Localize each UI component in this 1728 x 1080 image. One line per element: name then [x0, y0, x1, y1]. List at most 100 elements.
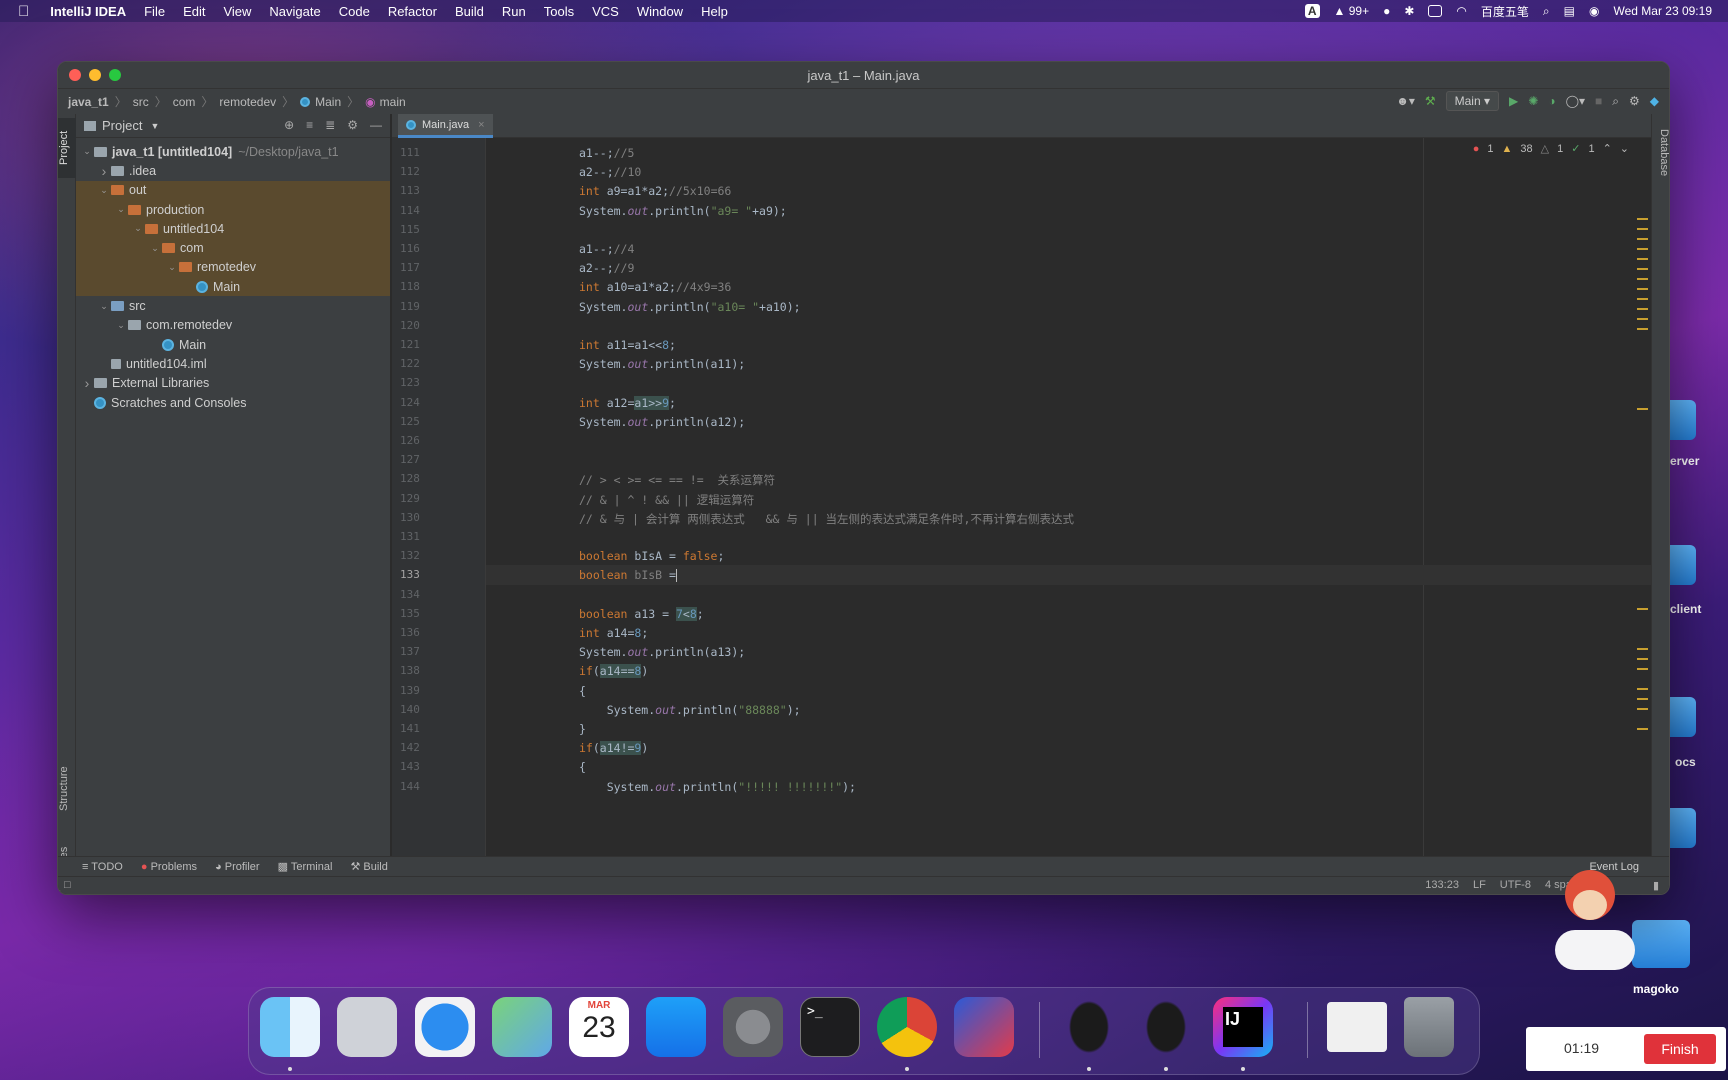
tab-project-tool[interactable]: Project — [58, 118, 76, 178]
tree-item[interactable]: ⌄ com.remotedev — [76, 316, 390, 335]
line-number[interactable]: 124 — [400, 396, 430, 409]
tab-database-tool[interactable]: Database — [1652, 118, 1669, 188]
text-input-icon[interactable]: A — [1304, 4, 1320, 18]
chevron-down-icon[interactable]: ▼ — [150, 121, 159, 131]
line-number[interactable]: 143 — [400, 760, 430, 773]
app-store-icon[interactable] — [646, 997, 706, 1057]
wifi-icon[interactable]: ◠ — [1456, 4, 1466, 18]
qq-icon[interactable] — [1059, 997, 1119, 1057]
line-number[interactable]: 126 — [400, 434, 430, 447]
line-number[interactable]: 119 — [400, 300, 430, 313]
line-number[interactable]: 121 — [400, 338, 430, 351]
tree-item[interactable]: ⌄ production — [76, 199, 390, 220]
line-number[interactable]: 131 — [400, 530, 430, 543]
desktop-label-magoko[interactable]: magoko — [1633, 982, 1679, 996]
system-preferences-icon[interactable] — [723, 997, 783, 1057]
crumb-project[interactable]: java_t1 — [68, 95, 109, 109]
hammer-icon[interactable]: ⚒ — [1425, 94, 1436, 108]
menu-refactor[interactable]: Refactor — [379, 4, 446, 19]
lock-icon[interactable]: ▮ — [1653, 879, 1659, 892]
run-icon[interactable]: ▶ — [1509, 94, 1518, 108]
scrollbar-warning-marker[interactable] — [1637, 708, 1648, 710]
crumb-remotedev[interactable]: remotedev — [219, 95, 276, 109]
bell-icon[interactable]: ● — [1383, 4, 1390, 18]
code-line[interactable]: boolean a13 = 7<8; — [579, 606, 704, 621]
scrollbar-warning-marker[interactable] — [1637, 668, 1648, 670]
tree-item[interactable]: ⌄ untitled104 — [76, 219, 390, 239]
intellij-idea-icon[interactable]: IJ — [1213, 997, 1273, 1057]
code-editor[interactable]: ● 1 ▲ 38 △ 1 ✓ 1 ⌃ ⌄ a1--;//5 a2--;//10 int a9… — [486, 138, 1651, 858]
line-separator[interactable]: LF — [1473, 879, 1486, 891]
chevron-down-icon[interactable]: ⌄ — [1620, 142, 1629, 155]
line-number[interactable]: 125 — [400, 415, 430, 428]
user-icon[interactable]: ☻▾ — [1396, 94, 1415, 108]
tree-item[interactable]: › External Libraries — [76, 374, 390, 393]
chevron-right-icon[interactable]: › — [97, 163, 111, 179]
code-line[interactable]: System.out.println("a10= "+a10); — [579, 300, 801, 314]
chevron-right-icon[interactable]: › — [80, 375, 94, 391]
notification-badge[interactable]: ▲ 99+ — [1334, 4, 1370, 18]
crumb-src[interactable]: src — [133, 95, 149, 109]
problems-tool-button[interactable]: ● Problems — [141, 861, 197, 873]
desktop-label-client[interactable]: client — [1670, 602, 1701, 616]
chevron-down-icon[interactable]: ⌄ — [114, 204, 128, 215]
code-line[interactable]: a1--;//4 — [579, 242, 634, 256]
menu-tools[interactable]: Tools — [535, 4, 583, 19]
tree-item[interactable]: Main — [76, 335, 390, 354]
chevron-up-icon[interactable]: ⌃ — [1603, 142, 1612, 155]
scrollbar-warning-marker[interactable] — [1637, 238, 1648, 240]
menu-code[interactable]: Code — [330, 4, 379, 19]
line-number[interactable]: 120 — [400, 319, 430, 332]
code-line[interactable]: System.out.println(a11); — [579, 357, 745, 371]
chevron-down-icon[interactable]: ⌄ — [80, 146, 94, 157]
file-encoding[interactable]: UTF-8 — [1500, 879, 1531, 891]
finish-button[interactable]: Finish — [1644, 1034, 1716, 1064]
launchpad-icon[interactable] — [337, 997, 397, 1057]
tree-item[interactable]: ⌄ com — [76, 238, 390, 258]
apple-icon[interactable]:  — [0, 3, 41, 20]
line-number[interactable]: 134 — [400, 588, 430, 601]
line-number[interactable]: 139 — [400, 684, 430, 697]
tree-item[interactable]: ⌄ out — [76, 180, 390, 200]
chevron-down-icon[interactable]: ⌄ — [131, 223, 145, 234]
scrollbar-warning-marker[interactable] — [1637, 608, 1648, 610]
search-everywhere-icon[interactable]: ⌕ — [1612, 94, 1619, 109]
line-number[interactable]: 136 — [400, 626, 430, 639]
desktop-label-server[interactable]: erver — [1670, 454, 1699, 468]
tree-item[interactable]: untitled104.iml — [76, 354, 390, 373]
caret-position[interactable]: 133:23 — [1425, 879, 1459, 891]
terminal-tool-button[interactable]: ▩ Terminal — [278, 860, 333, 873]
line-number[interactable]: 116 — [400, 242, 430, 255]
line-number[interactable]: 144 — [400, 780, 430, 793]
maps-icon[interactable] — [492, 997, 552, 1057]
trash-icon[interactable] — [1404, 997, 1454, 1057]
gear-icon[interactable]: ⚙ — [347, 118, 358, 132]
line-number[interactable]: 132 — [400, 549, 430, 562]
code-line[interactable]: int a14=8; — [579, 626, 648, 640]
coverage-icon[interactable]: ◑ — [1548, 94, 1555, 108]
tree-item[interactable]: ⌄ java_t1 [untitled104] ~/Desktop/java_t1 — [76, 142, 390, 161]
desktop-label-docs[interactable]: ocs — [1675, 755, 1696, 769]
stop-icon[interactable]: ■ — [1595, 94, 1602, 108]
build-tool-button[interactable]: ⚒ Build — [350, 860, 387, 873]
close-window-button[interactable] — [69, 69, 81, 81]
code-line[interactable]: boolean bIsA = false; — [579, 549, 724, 563]
calendar-icon[interactable]: MAR 23 — [569, 997, 629, 1057]
chevron-down-icon[interactable]: ⌄ — [97, 185, 111, 196]
debug-icon[interactable]: ✺ — [1528, 94, 1538, 108]
line-number[interactable]: 112 — [400, 165, 430, 178]
hide-icon[interactable]: — — [370, 118, 382, 132]
project-view-select[interactable]: Project — [102, 118, 142, 133]
code-line[interactable]: a1--;//5 — [579, 146, 634, 160]
line-number[interactable]: 122 — [400, 357, 430, 370]
menu-clock[interactable]: Wed Mar 23 09:19 — [1613, 4, 1712, 18]
expand-all-icon[interactable]: ≡ — [306, 118, 313, 132]
tree-item[interactable]: Scratches and Consoles — [76, 393, 390, 412]
crumb-com[interactable]: com — [173, 95, 196, 109]
profile-icon[interactable]: ◯▾ — [1566, 94, 1585, 108]
code-line[interactable]: System.out.println("a9= "+a9); — [579, 204, 787, 218]
code-line[interactable]: int a10=a1*a2;//4x9=36 — [579, 280, 731, 294]
code-line[interactable]: // & | ^ ! && || 逻辑运算符 — [579, 492, 754, 508]
crumb-main-method[interactable]: main — [380, 95, 406, 109]
tree-item[interactable]: › .idea — [76, 161, 390, 180]
